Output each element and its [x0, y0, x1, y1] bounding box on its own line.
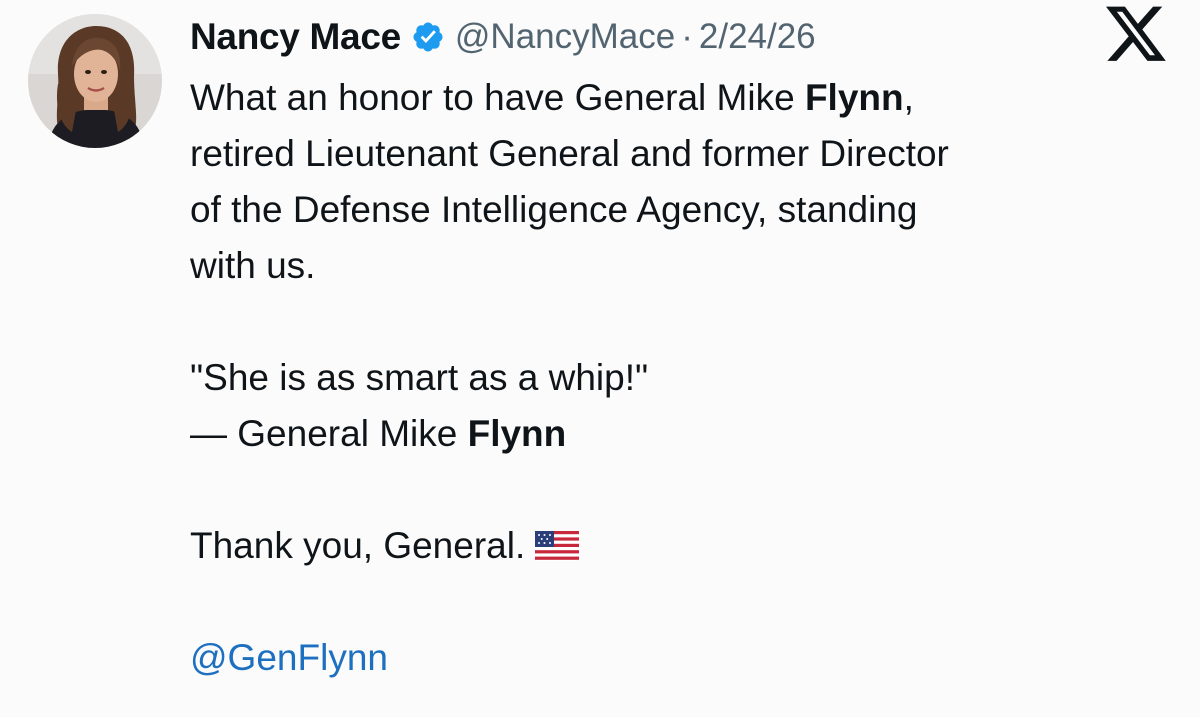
text-segment: Thank you, General.: [190, 525, 526, 566]
author-display-name[interactable]: Nancy Mace: [190, 16, 401, 58]
avatar[interactable]: [28, 14, 162, 148]
tweet-line: of the Defense Intelligence Agency, stan…: [190, 189, 918, 230]
mention-link[interactable]: @GenFlynn: [190, 637, 388, 678]
verified-badge-icon: [411, 20, 445, 54]
quote-line: "She is as smart as a whip!": [190, 357, 649, 398]
mention-line: @GenFlynn: [190, 630, 1180, 686]
tweet-card: Nancy Mace @NancyMace · 2/24/26 What an …: [0, 0, 1200, 717]
attribution-line: — General Mike Flynn: [190, 406, 1180, 462]
tweet-date[interactable]: 2/24/26: [699, 17, 816, 57]
thanks-line: Thank you, General.: [190, 518, 1180, 574]
tweet-line: with us.: [190, 245, 316, 286]
bold-name: Flynn: [467, 413, 567, 454]
separator-dot: ·: [681, 17, 693, 56]
us-flag-icon: [535, 521, 580, 561]
tweet-body: What an honor to have General Mike Flynn…: [190, 70, 1180, 686]
author-handle[interactable]: @NancyMace: [455, 17, 675, 57]
bold-name: Flynn: [804, 77, 904, 118]
text-segment: ,: [903, 77, 914, 118]
tweet-line: retired Lieutenant General and former Di…: [190, 133, 949, 174]
tweet-line: What an honor to have General Mike Flynn…: [190, 70, 1180, 126]
text-segment: What an honor to have General Mike: [190, 77, 805, 118]
avatar-photo: [28, 14, 162, 148]
x-logo-icon[interactable]: [1106, 6, 1168, 64]
tweet-header: Nancy Mace @NancyMace · 2/24/26: [190, 12, 816, 62]
text-segment: — General Mike: [190, 413, 468, 454]
